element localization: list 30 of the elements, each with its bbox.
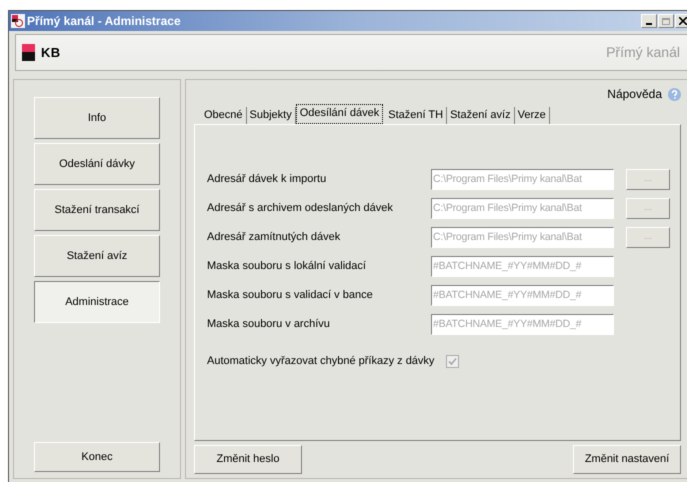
change-password-button[interactable]: Změnit heslo [194,445,302,474]
tab[interactable]: Obecné [201,107,247,124]
nav-button[interactable]: Info [34,97,160,139]
tab[interactable]: Stažení TH [385,107,448,124]
logo-icon [22,44,35,61]
minimize-button[interactable] [641,14,657,28]
nav-button[interactable]: Odeslání dávky [34,143,160,185]
help-link[interactable]: Nápověda [607,85,662,103]
tab[interactable]: Stažení avíz [447,107,515,124]
tab[interactable]: Verze [514,107,550,124]
close-button[interactable] [675,14,687,28]
window-title: Přímý kanál - Administrace [27,13,181,30]
app-icon [11,14,25,28]
maximize-button[interactable] [658,14,674,28]
product-name: Přímý kanál [606,43,680,62]
field-label: Maska souboru s validací v bance [207,288,374,303]
field-label: Adresář s archivem odeslaných dávek [207,200,394,216]
nav-button[interactable]: Stažení avíz [34,235,160,277]
field-label: Adresář zamítnutých dávek [207,230,342,245]
nav-button[interactable]: Administrace [34,281,160,323]
field-label: Maska souboru v archívu [207,316,331,332]
nav-button[interactable]: Stažení transakcí [34,189,160,231]
field-label: Maska souboru s lokální validací [207,258,367,274]
logo-text: KB [41,44,60,62]
change-settings-button[interactable]: Změnit nastavení [573,445,681,474]
help-icon[interactable] [668,88,681,100]
exit-button[interactable]: Konec [34,442,160,472]
tab[interactable]: Odesílání dávek [296,104,384,124]
field-label: Adresář dávek k importu [207,172,328,187]
checkbox-label: Automaticky vyřazovat chybné příkazy z dávky [207,354,434,369]
